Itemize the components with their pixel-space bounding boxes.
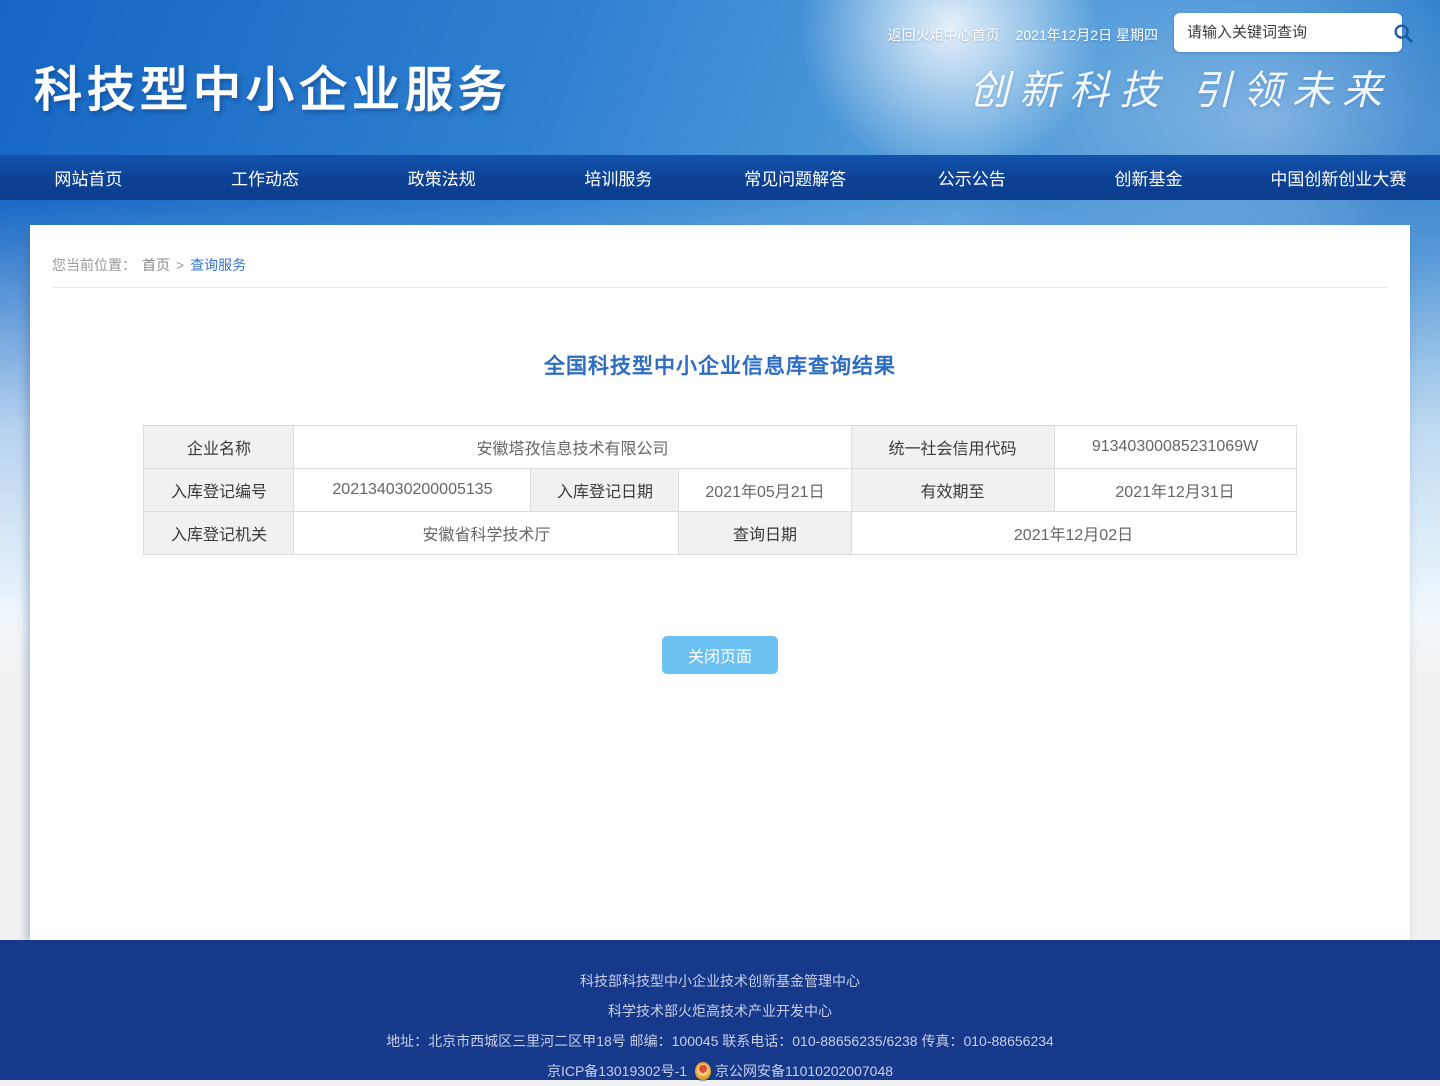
breadcrumb-home-link[interactable]: 首页 — [142, 255, 170, 275]
breadcrumb-current-link[interactable]: 查询服务 — [190, 255, 246, 275]
page-title: 全国科技型中小企业信息库查询结果 — [30, 350, 1410, 380]
company-name-value: 安徽塔孜信息技术有限公司 — [294, 426, 851, 469]
footer-org-line1: 科技部科技型中小企业技术创新基金管理中心 — [0, 966, 1440, 996]
police-badge-icon — [695, 1062, 711, 1080]
icp-record-link[interactable]: 京ICP备13019302号-1 — [547, 1063, 687, 1079]
credit-code-label: 统一社会信用代码 — [851, 426, 1054, 469]
content-panel: 您当前位置： 首页 > 查询服务 全国科技型中小企业信息库查询结果 企业名称 安… — [30, 225, 1410, 940]
valid-until-value: 2021年12月31日 — [1054, 469, 1296, 512]
breadcrumb-prefix: 您当前位置： — [52, 255, 136, 275]
nav-item-home[interactable]: 网站首页 — [0, 155, 177, 200]
header-slogan: 创新科技 引领未来 — [969, 58, 1392, 116]
nav-item-training[interactable]: 培训服务 — [530, 155, 707, 200]
breadcrumb-separator: > — [176, 257, 184, 273]
search-box — [1174, 13, 1402, 52]
header-topbar: 返回火炬中心首页 2021年12月2日 星期四 — [888, 25, 1158, 45]
table-row: 入库登记机关 安徽省科学技术厅 查询日期 2021年12月02日 — [144, 512, 1296, 555]
site-logo: 科技型中小企业服务 — [34, 50, 511, 120]
current-date: 2021年12月2日 星期四 — [1016, 25, 1158, 45]
reg-number-value: 202134030200005135 — [294, 469, 531, 512]
breadcrumb: 您当前位置： 首页 > 查询服务 — [30, 225, 1410, 275]
close-page-button[interactable]: 关闭页面 — [662, 636, 778, 674]
company-name-label: 企业名称 — [144, 426, 294, 469]
nav-item-announcements[interactable]: 公示公告 — [883, 155, 1060, 200]
nav-item-policies[interactable]: 政策法规 — [353, 155, 530, 200]
nav-item-competition[interactable]: 中国创新创业大赛 — [1237, 155, 1440, 200]
return-torch-home-link[interactable]: 返回火炬中心首页 — [888, 25, 1000, 45]
search-icon[interactable] — [1392, 13, 1414, 52]
footer-contact-line: 地址：北京市西城区三里河二区甲18号 邮编：100045 联系电话：010-88… — [0, 1026, 1440, 1056]
breadcrumb-divider — [52, 287, 1388, 288]
reg-date-label: 入库登记日期 — [531, 469, 679, 512]
reg-authority-value: 安徽省科学技术厅 — [294, 512, 679, 555]
query-date-label: 查询日期 — [679, 512, 851, 555]
main-nav: 网站首页 工作动态 政策法规 培训服务 常见问题解答 公示公告 创新基金 中国创… — [0, 155, 1440, 200]
table-row: 入库登记编号 202134030200005135 入库登记日期 2021年05… — [144, 469, 1296, 512]
reg-authority-label: 入库登记机关 — [144, 512, 294, 555]
reg-number-label: 入库登记编号 — [144, 469, 294, 512]
table-row: 企业名称 安徽塔孜信息技术有限公司 统一社会信用代码 9134030008523… — [144, 426, 1296, 469]
search-input[interactable] — [1174, 24, 1392, 41]
police-record-link[interactable]: 京公网安备11010202007048 — [715, 1063, 893, 1079]
footer-record-line: 京ICP备13019302号-1 京公网安备11010202007048 — [0, 1056, 1440, 1086]
credit-code-value: 91340300085231069W — [1054, 426, 1296, 469]
footer-org-line2: 科学技术部火炬高技术产业开发中心 — [0, 996, 1440, 1026]
nav-item-faq[interactable]: 常见问题解答 — [707, 155, 884, 200]
query-date-value: 2021年12月02日 — [851, 512, 1296, 555]
page-footer: 科技部科技型中小企业技术创新基金管理中心 科学技术部火炬高技术产业开发中心 地址… — [0, 940, 1440, 1080]
reg-date-value: 2021年05月21日 — [679, 469, 851, 512]
query-result-table: 企业名称 安徽塔孜信息技术有限公司 统一社会信用代码 9134030008523… — [143, 425, 1296, 555]
nav-item-work-news[interactable]: 工作动态 — [177, 155, 354, 200]
valid-until-label: 有效期至 — [851, 469, 1054, 512]
nav-item-innovation-fund[interactable]: 创新基金 — [1060, 155, 1237, 200]
